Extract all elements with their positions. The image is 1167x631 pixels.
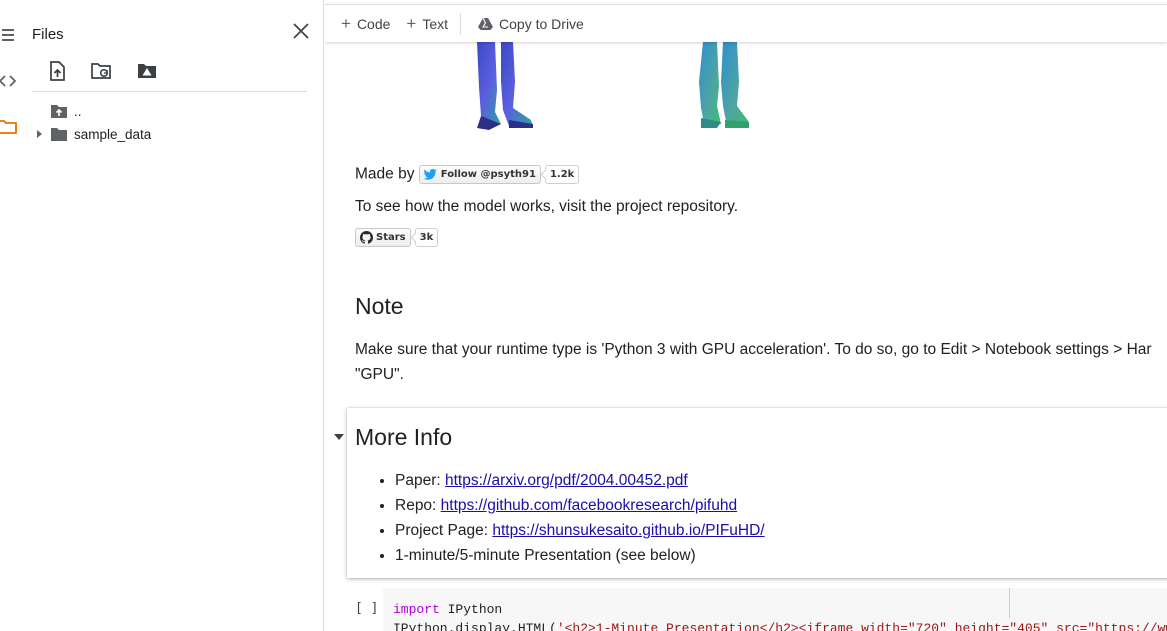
- github-stars-count[interactable]: 3k: [414, 228, 439, 247]
- code-string: '<h2>1-Minute Presentation</h2><iframe w…: [556, 621, 1167, 631]
- notebook-main: + Code + Text Copy to Drive Made by Foll…: [325, 0, 1167, 631]
- note-heading: Note: [355, 293, 404, 319]
- more-info-heading: More Info: [355, 424, 453, 450]
- list-item: Project Page: https://shunsukesaito.gith…: [395, 518, 765, 543]
- folder-icon: [51, 128, 67, 141]
- list-item: Paper: https://arxiv.org/pdf/2004.00452.…: [395, 468, 765, 493]
- more-info-cell[interactable]: More Info Paper: https://arxiv.org/pdf/2…: [347, 408, 1167, 578]
- add-text-button[interactable]: + Text: [398, 10, 456, 38]
- plus-icon: +: [341, 14, 351, 33]
- close-icon[interactable]: [291, 21, 311, 41]
- note-line-1: Make sure that your runtime type is 'Pyt…: [355, 341, 1152, 358]
- toolbar-separator: [460, 12, 462, 35]
- list-item: 1-minute/5-minute Presentation (see belo…: [395, 543, 765, 568]
- add-code-button[interactable]: + Code: [333, 10, 398, 38]
- code-cell[interactable]: [ ] import IPython IPython.display.HTML(…: [325, 588, 1167, 631]
- code-token: IPython: [439, 602, 503, 617]
- code-token: IPython.display.HTML(: [393, 621, 557, 631]
- project-page-link[interactable]: https://shunsukesaito.github.io/PIFuHD/: [492, 522, 764, 539]
- tree-item-parent[interactable]: ..: [20, 101, 82, 121]
- project-page-label: Project Page:: [395, 522, 493, 539]
- twitter-follow-button[interactable]: Follow @psyth91: [418, 165, 541, 184]
- expand-caret-icon[interactable]: [34, 129, 44, 139]
- list-item: Repo: https://github.com/facebookresearc…: [395, 493, 765, 518]
- files-icon[interactable]: [0, 118, 18, 136]
- code-text[interactable]: import IPython IPython.display.HTML('<h2…: [393, 600, 1167, 631]
- github-stars-label: Stars: [376, 232, 406, 243]
- folder-up-icon: [51, 105, 67, 118]
- twitter-follower-count[interactable]: 1.2k: [544, 165, 580, 184]
- files-panel-title: Files: [32, 26, 64, 43]
- tree-item-label: ..: [74, 103, 82, 119]
- copy-to-drive-label: Copy to Drive: [499, 15, 584, 32]
- code-keyword: import: [393, 602, 440, 617]
- stars-line: Stars 3k: [355, 228, 439, 247]
- left-rail: [0, 0, 20, 631]
- drive-icon: [478, 17, 494, 30]
- cell-toolbar: + Code + Text Copy to Drive: [325, 4, 1167, 42]
- add-text-label: Text: [422, 15, 449, 32]
- collapse-section-icon[interactable]: [333, 432, 345, 442]
- code-snippets-icon[interactable]: [0, 72, 18, 90]
- github-stars-button[interactable]: Stars: [355, 228, 411, 247]
- made-by-label: Made by: [355, 165, 415, 183]
- paper-label: Paper:: [395, 472, 445, 489]
- repo-link[interactable]: https://github.com/facebookresearch/pifu…: [441, 497, 737, 514]
- run-cell-button[interactable]: [ ]: [355, 601, 378, 616]
- files-divider: [32, 91, 307, 92]
- more-info-list: Paper: https://arxiv.org/pdf/2004.00452.…: [369, 468, 765, 568]
- twitter-follow-label: Follow @psyth91: [440, 169, 536, 180]
- repo-sentence: To see how the model works, visit the pr…: [355, 198, 739, 215]
- note-paragraph: Make sure that your runtime type is 'Pyt…: [355, 337, 1167, 387]
- tree-item-sample-data[interactable]: sample_data: [20, 124, 151, 144]
- repo-label: Repo:: [395, 497, 441, 514]
- tree-item-label: sample_data: [74, 126, 152, 142]
- github-icon: [360, 231, 373, 244]
- files-panel: Files .. sample_data: [20, 0, 324, 631]
- add-code-label: Code: [356, 15, 391, 32]
- made-by-line: Made by Follow @psyth91 1.2k: [355, 165, 580, 184]
- upload-file-icon[interactable]: [46, 60, 68, 82]
- copy-to-drive-button[interactable]: Copy to Drive: [470, 10, 592, 38]
- note-line-2: "GPU".: [355, 366, 404, 383]
- plus-icon: +: [406, 14, 417, 33]
- mount-drive-icon[interactable]: [136, 60, 158, 82]
- toc-icon[interactable]: [0, 26, 18, 44]
- refresh-folder-icon[interactable]: [90, 60, 112, 82]
- twitter-bird-icon: [423, 169, 437, 180]
- paper-link[interactable]: https://arxiv.org/pdf/2004.00452.pdf: [445, 472, 688, 489]
- reconstruction-figure-image: [477, 42, 749, 130]
